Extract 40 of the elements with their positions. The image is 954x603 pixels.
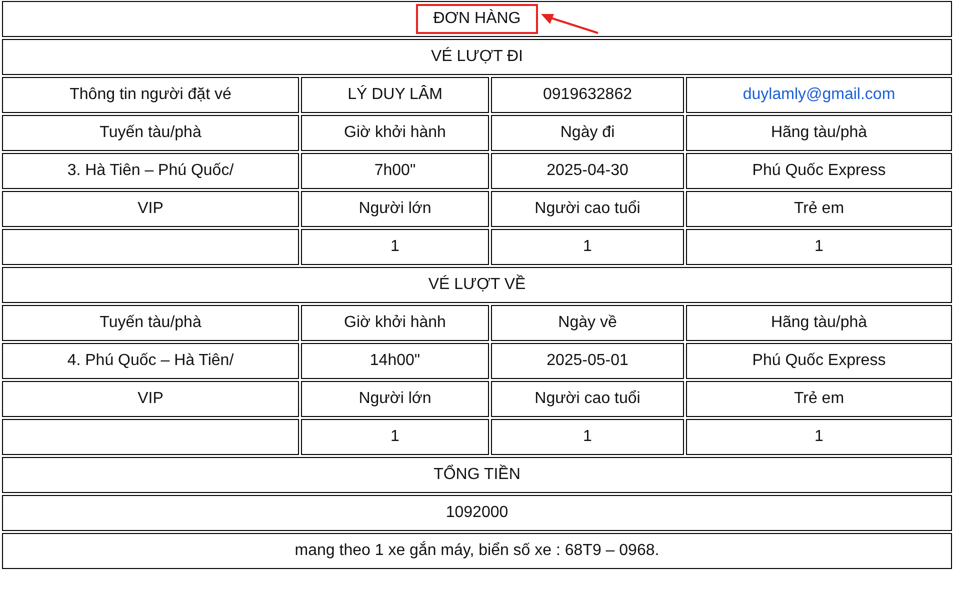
table-cell: Tuyến tàu/phà	[2, 305, 299, 341]
table-cell: 1	[491, 419, 684, 455]
table-cell: Trẻ em	[686, 191, 952, 227]
table-cell: Trẻ em	[686, 381, 952, 417]
table-cell: 0919632862	[491, 77, 684, 113]
table-cell: 1	[686, 229, 952, 265]
table-cell: Phú Quốc Express	[686, 153, 952, 189]
table-cell: 1	[301, 419, 489, 455]
table-cell: Thông tin người đặt vé	[2, 77, 299, 113]
table-cell: 1092000	[2, 495, 952, 531]
table-cell: Phú Quốc Express	[686, 343, 952, 379]
table-cell: 3. Hà Tiên – Phú Quốc/	[2, 153, 299, 189]
table-cell: Giờ khởi hành	[301, 305, 489, 341]
table-cell: 1	[491, 229, 684, 265]
page-title: ĐƠN HÀNG	[416, 4, 538, 34]
table-cell: VIP	[2, 381, 299, 417]
table-cell: Người cao tuổi	[491, 191, 684, 227]
table-cell: Tuyến tàu/phà	[2, 115, 299, 151]
table-cell: Người lớn	[301, 191, 489, 227]
table-cell: Người lớn	[301, 381, 489, 417]
table-cell: VIP	[2, 191, 299, 227]
table-cell: Giờ khởi hành	[301, 115, 489, 151]
table-cell: 2025-05-01	[491, 343, 684, 379]
table-cell: Hãng tàu/phà	[686, 115, 952, 151]
table-cell: Người cao tuổi	[491, 381, 684, 417]
table-cell: Ngày về	[491, 305, 684, 341]
table-cell: VÉ LƯỢT VỀ	[2, 267, 952, 303]
table-cell: 2025-04-30	[491, 153, 684, 189]
table-cell: Hãng tàu/phà	[686, 305, 952, 341]
table-cell: Ngày đi	[491, 115, 684, 151]
table-cell: TỔNG TIỀN	[2, 457, 952, 493]
table-cell: 1	[686, 419, 952, 455]
table-cell: VÉ LƯỢT ĐI	[2, 39, 952, 75]
table-cell: 7h00"	[301, 153, 489, 189]
table-cell: 4. Phú Quốc – Hà Tiên/	[2, 343, 299, 379]
table-cell: 14h00"	[301, 343, 489, 379]
table-cell: 1	[301, 229, 489, 265]
arrow-icon	[540, 12, 600, 34]
table-cell: LÝ DUY LÂM	[301, 77, 489, 113]
table-cell: mang theo 1 xe gắn máy, biển số xe : 68T9 – 0968.	[2, 533, 952, 569]
